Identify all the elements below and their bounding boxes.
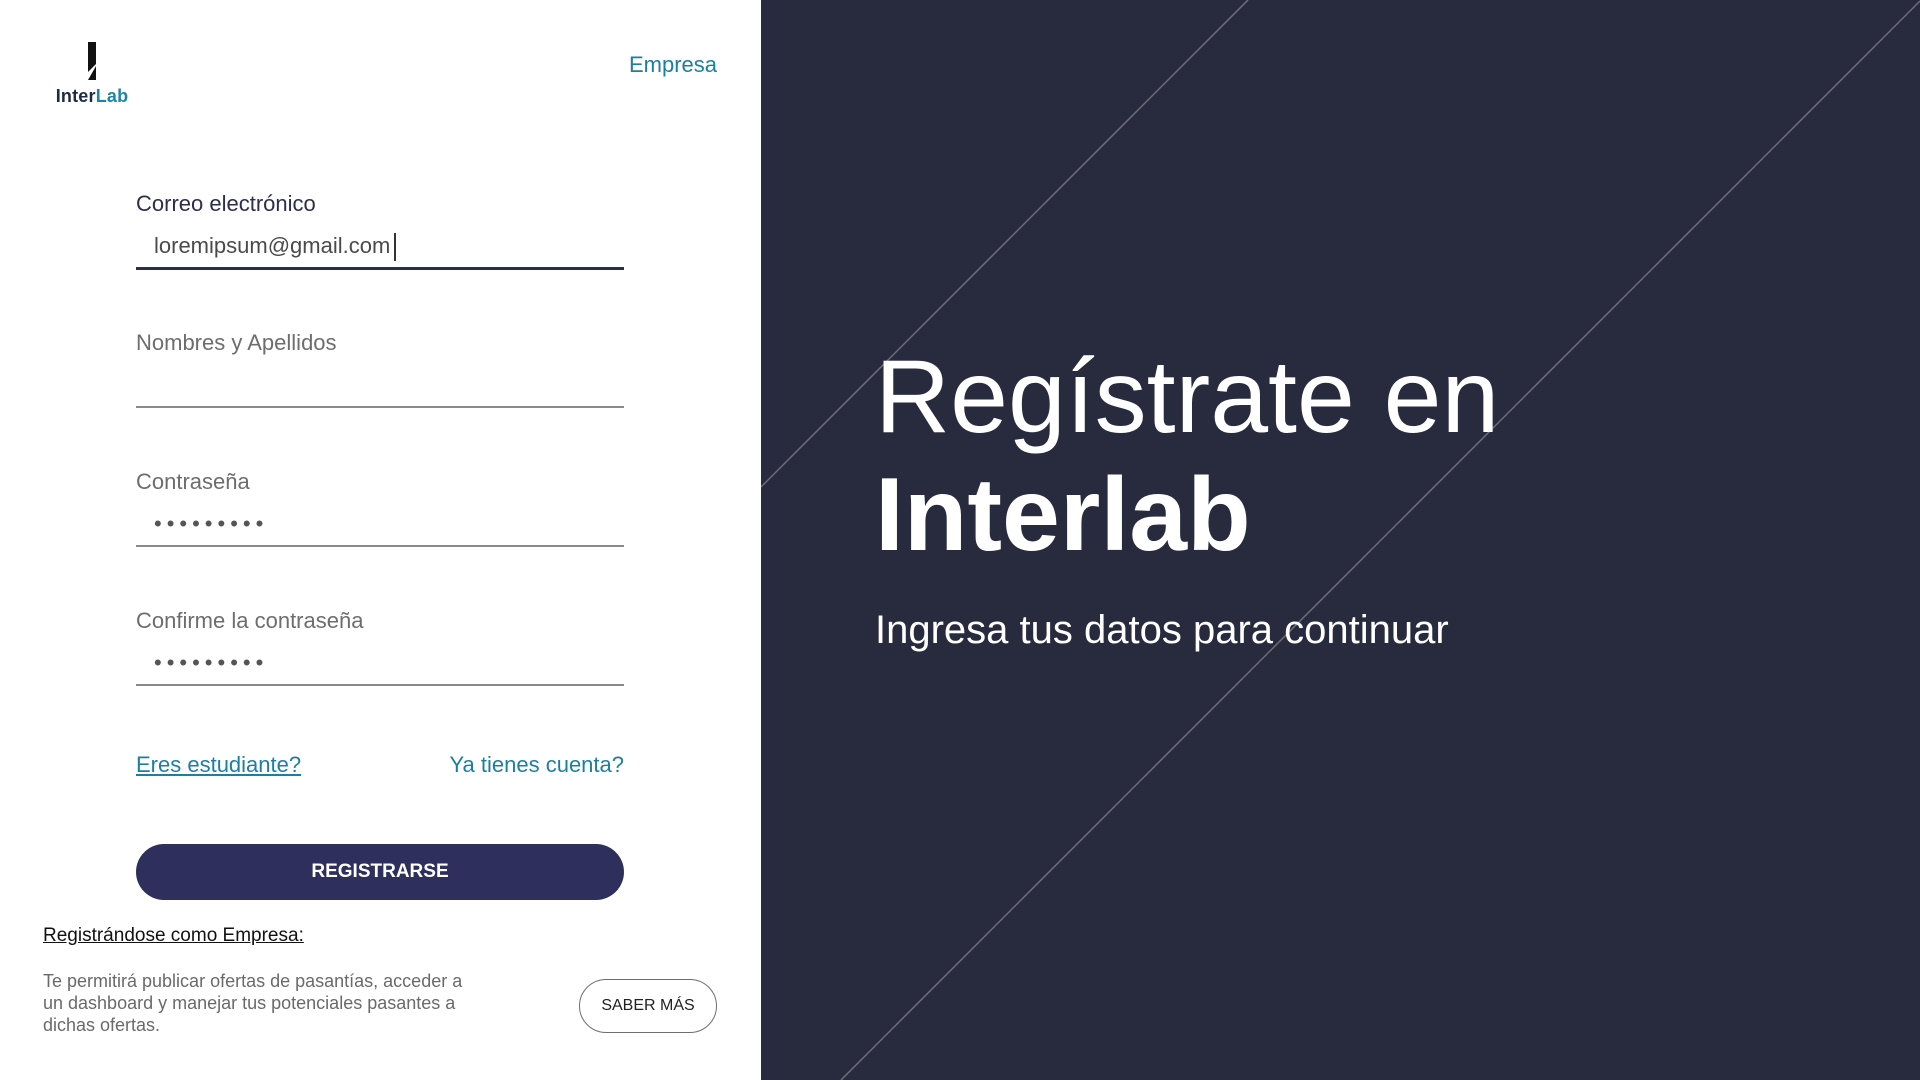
brand-name-part1: Inter xyxy=(55,86,96,106)
name-label: Nombres y Apellidos xyxy=(136,330,337,355)
hero-subtitle: Ingresa tus datos para continuar xyxy=(875,608,1449,652)
password-input[interactable]: ••••••••• xyxy=(136,505,624,547)
registration-form: Correo electrónico loremipsum@gmail.com … xyxy=(136,188,624,900)
hero-heading: Regístrate en Interlab Ingresa tus datos… xyxy=(875,338,1499,653)
email-label: Correo electrónico xyxy=(136,191,316,216)
name-field-group: Nombres y Apellidos xyxy=(136,330,624,466)
company-section-title: Registrándose como Empresa: xyxy=(43,925,304,946)
student-link[interactable]: Eres estudiante? xyxy=(136,752,301,778)
learn-more-button[interactable]: SABER MÁS xyxy=(579,979,717,1033)
hero-title-line2: Interlab xyxy=(875,457,1251,573)
brand-name: InterLab xyxy=(54,86,130,107)
confirm-password-input[interactable]: ••••••••• xyxy=(136,644,624,686)
confirm-password-label: Confirme la contraseña xyxy=(136,608,364,633)
password-label: Contraseña xyxy=(136,469,250,494)
brand-name-part2: Lab xyxy=(95,86,129,106)
company-description: Te permitirá publicar ofertas de pasantí… xyxy=(43,971,463,1035)
confirm-password-value: ••••••••• xyxy=(154,650,269,675)
brand-logo[interactable]: InterLab xyxy=(54,40,130,110)
hero-title-line1: Regístrate en xyxy=(875,339,1500,455)
form-links: Eres estudiante? Ya tienes cuenta? xyxy=(136,752,624,792)
email-value: loremipsum@gmail.com xyxy=(154,233,391,258)
registration-panel: InterLab Empresa Correo electrónico lore… xyxy=(0,0,761,1080)
password-value: ••••••••• xyxy=(154,511,269,536)
email-field-group: Correo electrónico loremipsum@gmail.com xyxy=(136,191,624,327)
register-button[interactable]: REGISTRARSE xyxy=(136,844,624,900)
login-link[interactable]: Ya tienes cuenta? xyxy=(450,752,625,778)
password-field-group: Contraseña ••••••••• xyxy=(136,469,624,605)
text-caret xyxy=(394,233,397,262)
interlab-logo-icon xyxy=(88,42,96,80)
confirm-password-field-group: Confirme la contraseña ••••••••• xyxy=(136,608,624,744)
hero-panel: Regístrate en Interlab Ingresa tus datos… xyxy=(761,0,1920,1080)
email-input[interactable]: loremipsum@gmail.com xyxy=(136,227,624,270)
empresa-link[interactable]: Empresa xyxy=(629,52,717,78)
name-input[interactable] xyxy=(136,366,624,408)
page: InterLab Empresa Correo electrónico lore… xyxy=(0,0,1920,1080)
